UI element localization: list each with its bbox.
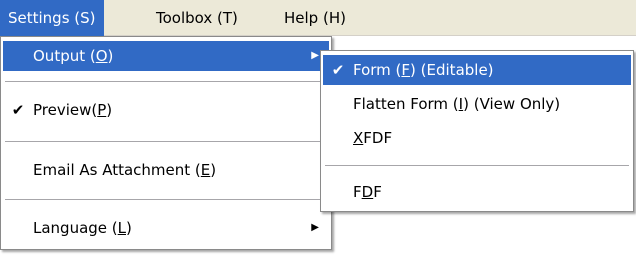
submenu-item-flatten-form[interactable]: Flatten Form (I) (View Only) xyxy=(323,89,631,119)
menu-item-email-attachment[interactable]: Email As Attachment (E) xyxy=(3,155,329,185)
menu-separator xyxy=(5,141,327,142)
menu-separator xyxy=(5,199,327,200)
output-submenu: ✔ Form (F) (Editable) Flatten Form (I) (… xyxy=(320,50,634,212)
settings-dropdown: Output (O) ▶ ✔ Preview(P) Email As Attac… xyxy=(0,36,332,250)
menu-toolbox[interactable]: Toolbox (T) xyxy=(148,0,246,36)
menu-item-language[interactable]: Language (L) ▶ xyxy=(3,213,329,243)
menu-settings-label: Settings (S) xyxy=(8,9,96,27)
submenu-item-form[interactable]: ✔ Form (F) (Editable) xyxy=(323,55,631,85)
submenu-item-xfdf[interactable]: XFDF xyxy=(323,123,631,153)
menu-help[interactable]: Help (H) xyxy=(276,0,354,36)
menu-separator xyxy=(325,165,629,166)
check-icon: ✔ xyxy=(11,101,25,119)
menu-settings[interactable]: Settings (S) xyxy=(0,0,104,36)
menu-help-label: Help (H) xyxy=(284,9,346,27)
menu-separator xyxy=(5,81,327,82)
menu-bar: Settings (S) Toolbox (T) Help (H) xyxy=(0,0,636,36)
menu-item-preview[interactable]: ✔ Preview(P) xyxy=(3,95,329,125)
submenu-arrow-icon: ▶ xyxy=(311,50,319,61)
submenu-arrow-icon: ▶ xyxy=(311,222,319,233)
menu-item-output[interactable]: Output (O) ▶ xyxy=(3,41,329,71)
check-icon: ✔ xyxy=(331,61,345,79)
menu-toolbox-label: Toolbox (T) xyxy=(156,9,238,27)
submenu-item-fdf[interactable]: FDF xyxy=(323,177,631,207)
